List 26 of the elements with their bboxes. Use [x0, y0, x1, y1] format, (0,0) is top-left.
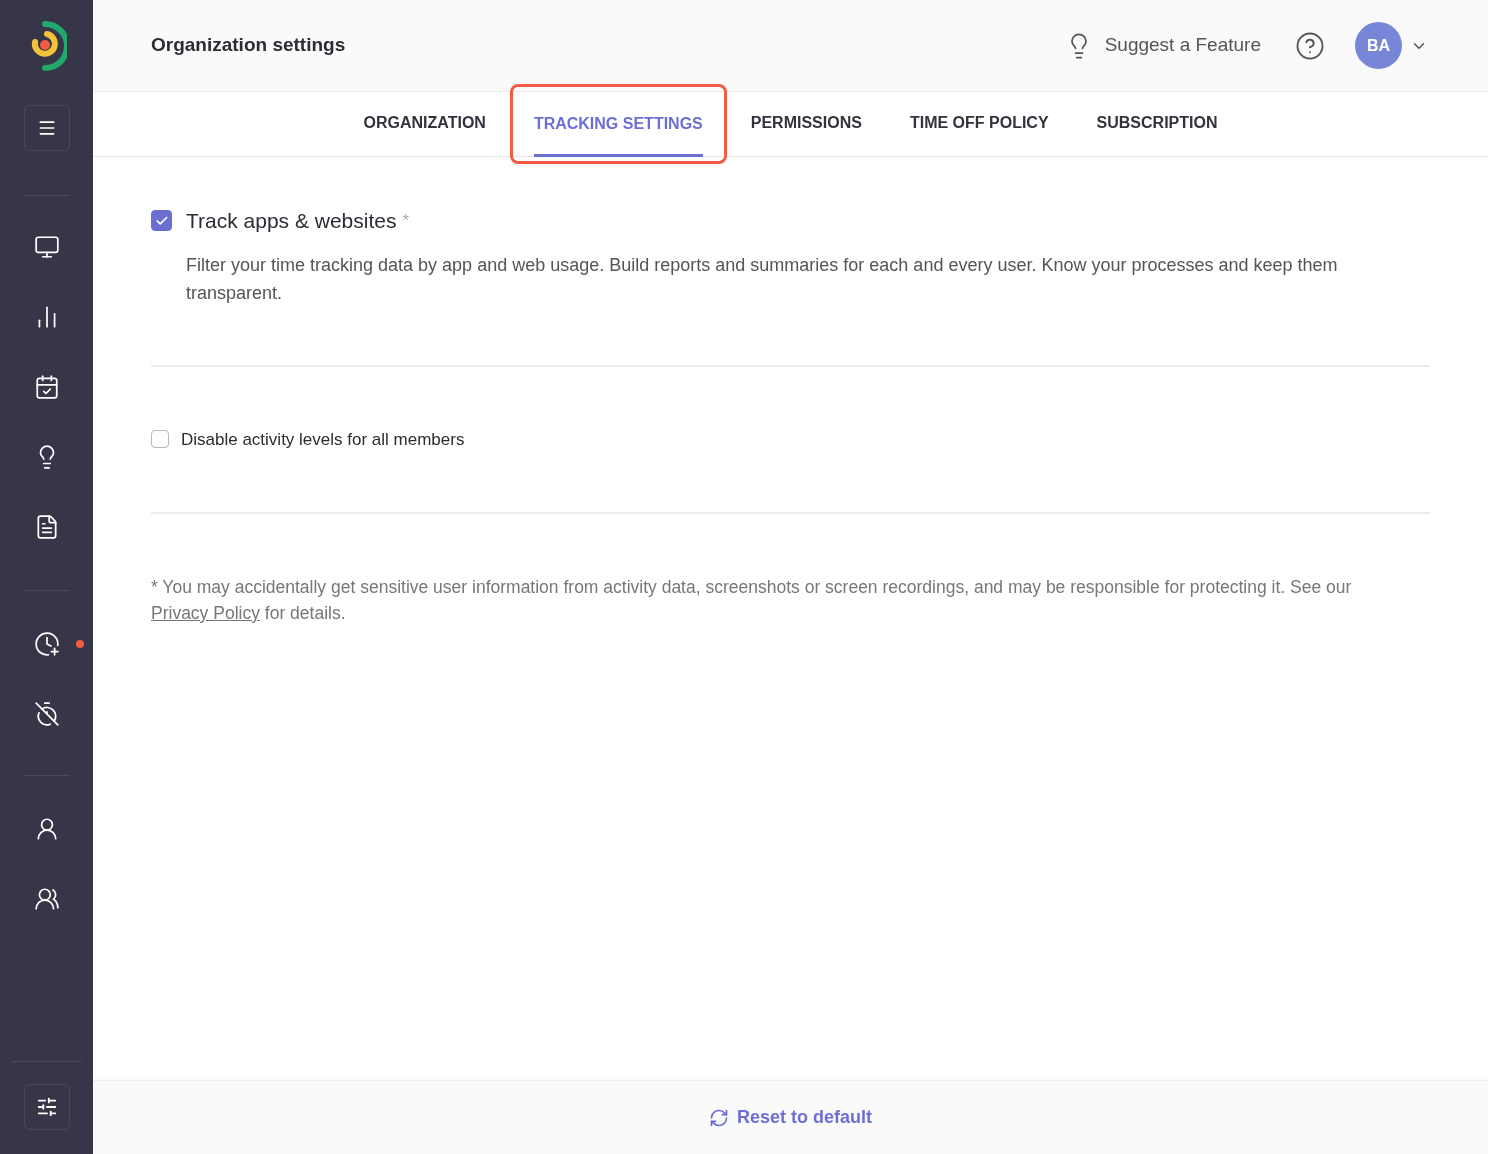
clock-plus-icon	[33, 631, 60, 657]
users-icon	[33, 886, 60, 912]
calendar-check-icon	[33, 374, 60, 400]
tab[interactable]: ORGANIZATION	[363, 92, 486, 156]
checkbox[interactable]	[151, 430, 169, 449]
menu-button[interactable]	[23, 105, 70, 151]
help-icon[interactable]	[1295, 30, 1325, 61]
reset-button[interactable]: Reset to default	[709, 1104, 872, 1131]
monitor-icon	[33, 234, 60, 260]
suggest-feature-button[interactable]: Suggest a Feature	[1064, 31, 1261, 60]
timer-off-icon	[33, 701, 60, 727]
disclaimer-text: * You may accidentally get sensitive user information from activity data, screenshots or screen recordings, and may be responsible for protecting it. See our Privacy Policy for details.	[151, 576, 1353, 625]
setting-label: Track apps & websites	[186, 208, 397, 234]
reset-icon	[709, 1107, 729, 1128]
sliders-icon	[35, 1096, 58, 1118]
checkbox[interactable]	[151, 210, 172, 232]
tab[interactable]: PERMISSIONS	[750, 92, 862, 156]
settings-button[interactable]	[23, 1084, 70, 1130]
setting-description: Filter your time tracking data by app and web usage. Build reports and summaries for each and every user. Know your processes and keep them transparent.	[185, 253, 1339, 305]
setting-label: Disable activity levels for all members	[181, 428, 465, 451]
required-mark: *	[402, 210, 410, 232]
privacy-policy-link[interactable]: Privacy Policy	[151, 603, 260, 623]
tab[interactable]: TIME OFF POLICY	[909, 92, 1049, 156]
page-title: Organization settings	[151, 33, 346, 58]
tab[interactable]: SUBSCRIPTION	[1096, 92, 1218, 156]
tab[interactable]: TRACKING SETTINGS	[533, 93, 703, 157]
